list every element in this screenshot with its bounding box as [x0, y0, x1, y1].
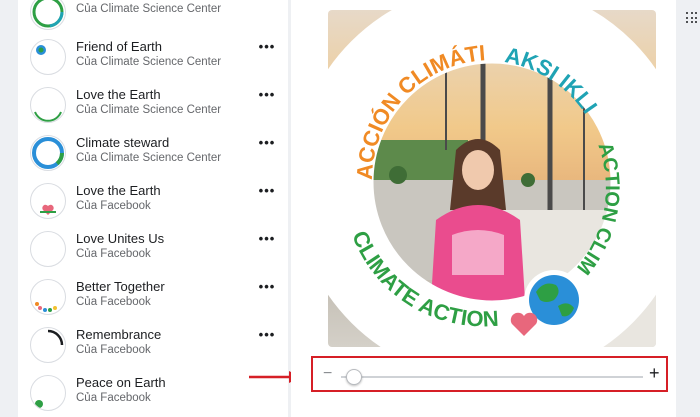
frame-thumbnail: [30, 87, 66, 123]
frame-owner: Của Facebook: [76, 248, 151, 260]
frame-name: Friend of Earth: [76, 39, 162, 54]
zoom-out-button[interactable]: −: [323, 364, 332, 384]
frame-thumbnail: [30, 39, 66, 75]
frame-owner: Của Climate Science Center: [76, 152, 222, 164]
frame-item[interactable]: Climate steward Của Climate Science Cent…: [18, 129, 288, 177]
profile-frame-preview[interactable]: ACCIÓN CLIMÁTICA AKSI IKLIM ACTION CLIMA…: [328, 10, 656, 347]
more-options-icon[interactable]: •••: [256, 328, 278, 344]
frame-owner: Của Facebook: [76, 344, 151, 356]
frame-name: Love the Earth: [76, 183, 161, 198]
frame-name: Better Together: [76, 279, 165, 294]
more-options-icon[interactable]: •••: [256, 280, 278, 296]
more-options-icon[interactable]: •••: [256, 88, 278, 104]
frame-owner: Của Facebook: [76, 200, 151, 212]
frame-owner: Của Facebook: [76, 296, 151, 308]
more-options-icon[interactable]: •••: [256, 232, 278, 248]
frame-thumbnail: [30, 279, 66, 315]
frame-item[interactable]: Love the Earth Của Climate Science Cente…: [18, 81, 288, 129]
grid-menu-icon[interactable]: [686, 12, 698, 26]
frame-owner: Của Climate Science Center: [76, 3, 222, 15]
frame-thumbnail: [30, 375, 66, 411]
frame-owner: Của Climate Science Center: [76, 56, 222, 68]
frame-name: Love Unites Us: [76, 231, 165, 246]
zoom-track[interactable]: [341, 376, 643, 378]
frame-item[interactable]: Love Unites Us Của Facebook •••: [18, 225, 288, 273]
frame-name: Climate steward: [76, 135, 170, 150]
frame-item[interactable]: Love the Earth Của Facebook •••: [18, 177, 288, 225]
more-options-icon[interactable]: •••: [256, 184, 278, 200]
more-options-icon[interactable]: •••: [256, 40, 278, 56]
frame-owner: Của Climate Science Center: [76, 104, 222, 116]
frame-thumbnail: [30, 0, 66, 30]
frame-list-panel: Của Climate Science Center Friend of Ear…: [18, 0, 288, 417]
more-options-icon[interactable]: •••: [256, 136, 278, 152]
frame-thumbnail: [30, 231, 66, 267]
frame-thumbnail: [30, 327, 66, 363]
frame-thumbnail: [30, 135, 66, 171]
frame-item[interactable]: Của Climate Science Center: [18, 0, 288, 36]
frame-name: Remembrance: [76, 327, 162, 342]
frame-name: Love the Earth: [76, 87, 161, 102]
frame-name: Peace on Earth: [76, 375, 166, 390]
zoom-handle[interactable]: [346, 369, 363, 385]
zoom-slider-highlight: − +: [311, 356, 668, 392]
frame-owner: Của Facebook: [76, 392, 151, 404]
frame-item[interactable]: Remembrance Của Facebook •••: [18, 321, 288, 369]
frame-item[interactable]: Friend of Earth Của Climate Science Cent…: [18, 33, 288, 81]
zoom-in-button[interactable]: +: [649, 363, 660, 383]
frame-item[interactable]: Better Together Của Facebook •••: [18, 273, 288, 321]
frame-thumbnail: [30, 183, 66, 219]
